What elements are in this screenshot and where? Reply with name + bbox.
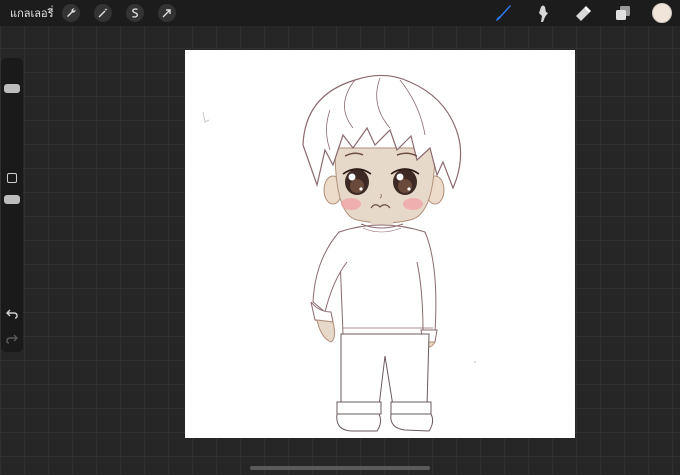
opacity-slider[interactable] [4,195,20,205]
selection-button[interactable] [125,4,144,22]
smudge-button[interactable] [532,2,554,24]
layers-icon [616,6,630,20]
brush-button[interactable] [492,2,514,24]
drawing-canvas[interactable] [185,50,575,438]
brush-icon [496,5,511,21]
modify-button[interactable] [7,173,17,183]
wrench-icon [66,8,76,17]
right-tools [492,0,680,26]
chibi-boy-drawing [202,74,476,432]
smudge-icon [539,5,548,22]
color-swatch[interactable] [652,3,672,23]
transform-arrow-icon [162,9,171,18]
brush-size-slider[interactable] [4,83,20,93]
top-toolbar: แกลเลอรี่ [0,0,680,26]
redo-icon[interactable] [5,332,19,346]
eraser-button[interactable] [572,2,594,24]
gallery-button[interactable]: แกลเลอรี่ [10,4,54,22]
actions-button[interactable] [61,4,80,22]
layers-button[interactable] [612,2,634,24]
left-sidebar [1,58,23,352]
magic-wand-icon [98,8,108,18]
selection-icon [131,8,138,18]
home-indicator [250,466,430,470]
eraser-icon [576,6,591,21]
transform-button[interactable] [157,4,176,22]
adjustments-button[interactable] [93,4,112,22]
undo-icon[interactable] [5,307,19,321]
